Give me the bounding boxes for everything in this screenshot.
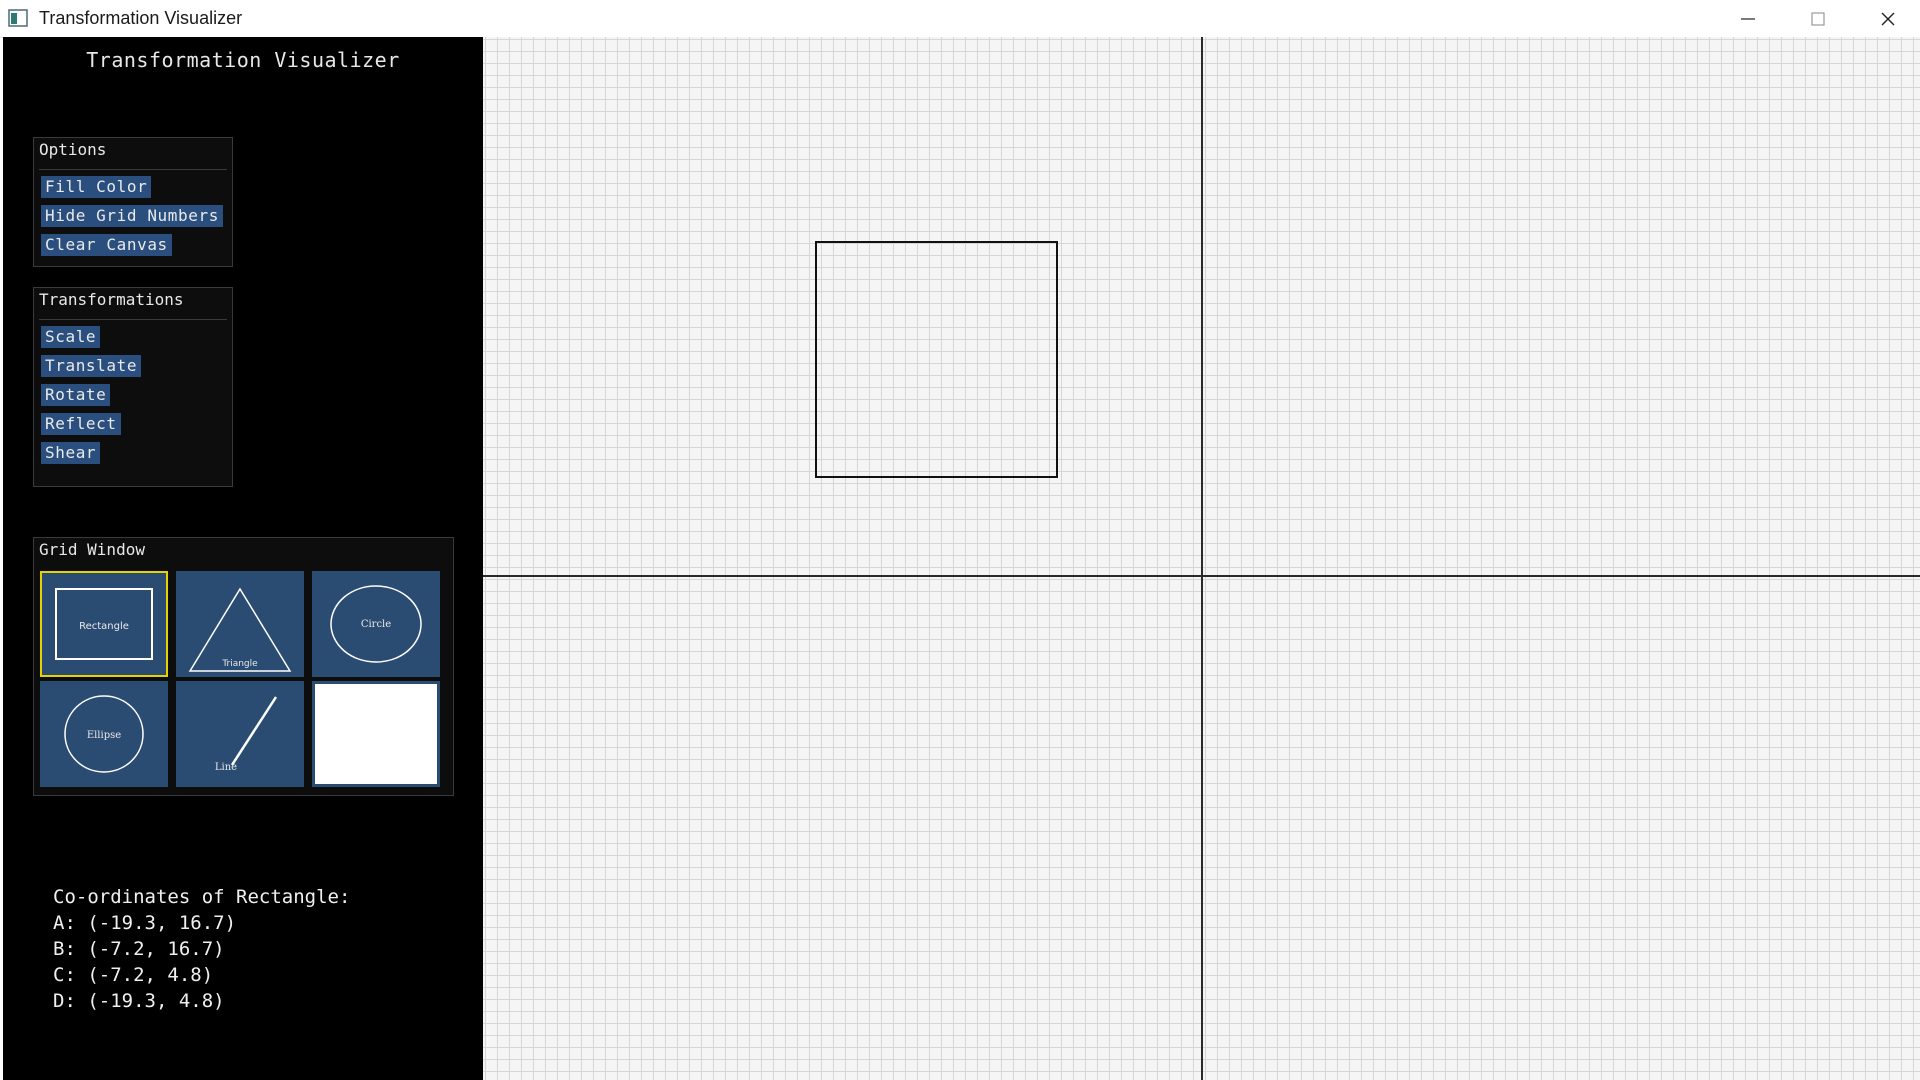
transformations-divider [39,319,227,320]
close-button[interactable] [1856,0,1920,37]
maximize-icon [1811,11,1825,26]
grid-window-title: Grid Window [39,540,145,559]
circle-tile-label: Circle [361,619,391,630]
transformations-group: Transformations Scale Translate Rotate R… [33,287,233,487]
rectangle-shape-icon: Rectangle [55,588,153,660]
line-tile-label: Line [215,762,237,773]
options-title: Options [39,140,107,159]
app-icon [8,9,28,27]
hide-grid-numbers-button[interactable]: Hide Grid Numbers [41,205,223,227]
reflect-button[interactable]: Reflect [41,413,121,435]
ellipse-shape-icon: Ellipse [64,695,144,773]
coordinates-readout: Co-ordinates of Rectangle: A: (-19.3, 16.… [53,884,350,1014]
scale-button[interactable]: Scale [41,326,101,348]
triangle-tile-label: Triangle [221,659,258,669]
control-panel: Transformation Visualizer Options Fill C… [3,37,483,1080]
drawing-canvas[interactable] [483,37,1920,1080]
translate-button[interactable]: Translate [41,355,142,377]
circle-tile[interactable]: Circle [312,571,440,677]
blank-shape-icon [315,684,437,784]
circle-shape-icon: Circle [330,585,422,663]
line-tile[interactable]: Line [176,681,304,787]
shear-button[interactable]: Shear [41,442,101,464]
close-icon [1881,12,1895,25]
transformations-title: Transformations [39,290,184,309]
line-shape-icon: Line [215,696,278,773]
title-bar: Transformation Visualizer [0,0,1920,38]
coordinates-heading: Co-ordinates of Rectangle: [53,886,351,908]
ellipse-tile[interactable]: Ellipse [40,681,168,787]
blank-tile[interactable] [312,681,440,787]
fill-color-button[interactable]: Fill Color [41,176,152,198]
coordinate-d: D: (-19.3, 4.8) [53,990,225,1012]
coordinate-a: A: (-19.3, 16.7) [53,912,237,934]
grid-window: Grid Window Rectangle Triangle Circle El… [33,537,454,796]
y-axis [1201,37,1203,1080]
rectangle-tile-label: Rectangle [79,621,129,632]
ellipse-tile-label: Ellipse [87,730,121,741]
clear-canvas-button[interactable]: Clear Canvas [41,234,172,256]
triangle-tile[interactable]: Triangle [176,571,304,677]
coordinate-c: C: (-7.2, 4.8) [53,964,214,986]
options-group: Options Fill Color Hide Grid Numbers Cle… [33,137,233,267]
maximize-button[interactable] [1786,0,1850,37]
coordinate-b: B: (-7.2, 16.7) [53,938,225,960]
window-title: Transformation Visualizer [39,8,243,28]
rectangle-tile[interactable]: Rectangle [40,571,168,677]
rectangle-shape[interactable] [815,241,1058,478]
options-divider [39,169,227,170]
minimize-icon [1741,17,1755,20]
rotate-button[interactable]: Rotate [41,384,111,406]
minimize-button[interactable] [1716,0,1780,37]
triangle-shape-icon: Triangle [188,587,292,672]
x-axis [483,575,1920,577]
panel-title: Transformation Visualizer [86,48,400,72]
